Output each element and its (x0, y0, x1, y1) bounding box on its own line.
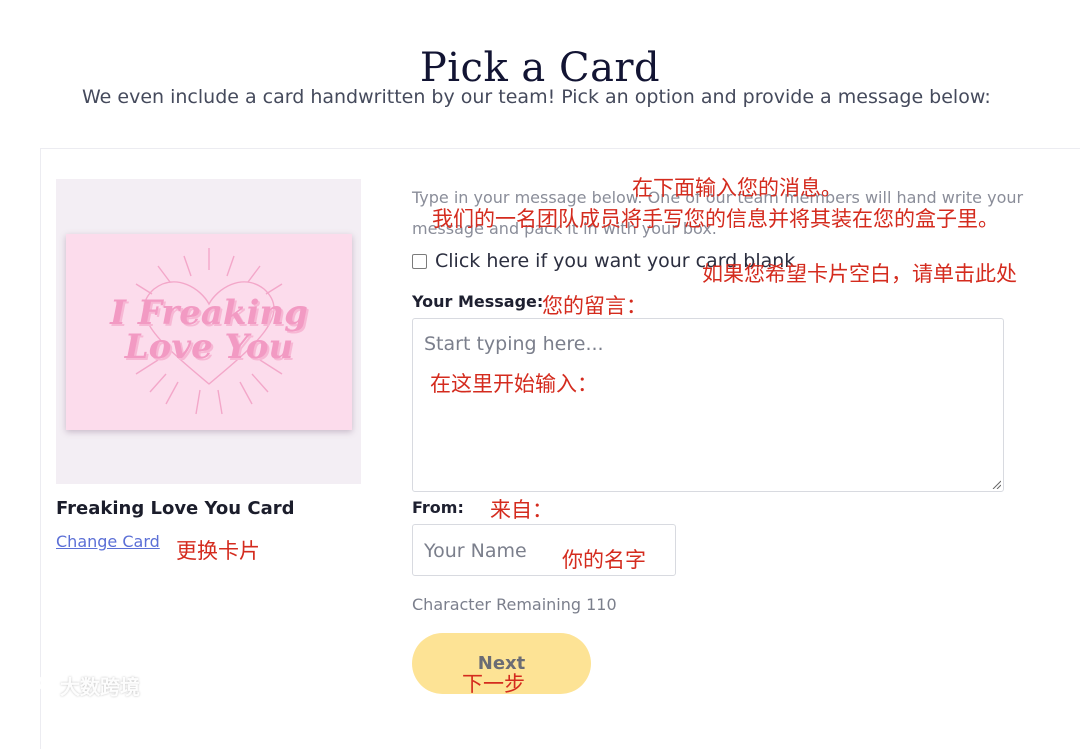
watermark: 大数跨境 (10, 671, 140, 700)
watermark-logo-icon (11, 675, 54, 697)
card-art-line2: Love You (124, 327, 294, 367)
annotation-start-typing: 在这里开始输入： (430, 372, 598, 396)
annotation-from: 来自： (490, 498, 553, 522)
card-preview: I Freaking Love You (56, 179, 361, 484)
name-placeholder: Your Name (424, 540, 527, 562)
message-label: Your Message: (412, 292, 544, 311)
resize-handle-icon[interactable] (991, 479, 1001, 489)
card-name: Freaking Love You Card (56, 498, 295, 519)
annotation-instructions-1: 在下面输入您的消息。 (632, 176, 842, 200)
from-label: From: (412, 498, 464, 517)
page-subtitle: We even include a card handwritten by ou… (82, 86, 991, 108)
annotation-your-name: 你的名字 (562, 548, 646, 572)
annotation-next: 下一步 (462, 672, 525, 696)
character-remaining: Character Remaining 110 (412, 595, 617, 614)
page-title: Pick a Card (419, 44, 661, 91)
annotation-blank: 如果您希望卡片空白，请单击此处 (702, 262, 1017, 286)
message-placeholder: Start typing here... (424, 333, 604, 355)
change-card-link[interactable]: Change Card (56, 532, 160, 551)
annotation-change-card: 更换卡片 (176, 539, 260, 563)
card-image: I Freaking Love You (66, 234, 352, 430)
message-textarea[interactable]: Start typing here... (412, 318, 1004, 492)
annotation-message: 您的留言： (542, 294, 647, 318)
blank-card-checkbox[interactable] (412, 253, 427, 269)
watermark-text: 大数跨境 (60, 675, 140, 699)
card-art-line1: I Freaking (110, 293, 308, 333)
annotation-instructions-2: 我们的一名团队成员将手写您的信息并将其装在您的盒子里。 (432, 207, 999, 231)
